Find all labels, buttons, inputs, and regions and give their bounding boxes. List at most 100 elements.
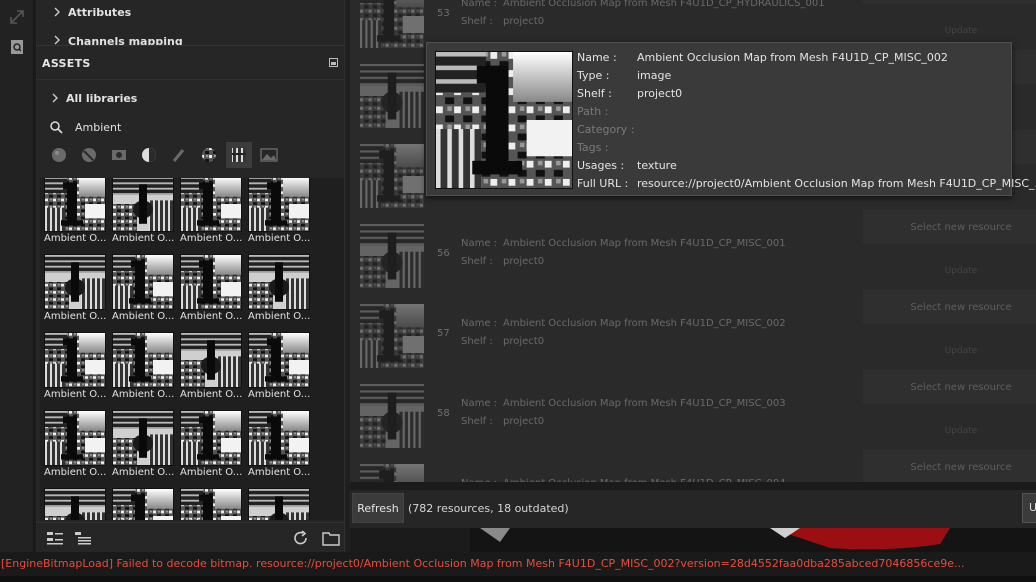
asset-thumbnail bbox=[248, 254, 310, 310]
select-new-resource-button[interactable]: Select new resource bbox=[863, 450, 1036, 482]
resource-name-line: Name :Ambient Occlusion Map from Mesh F4… bbox=[461, 478, 786, 482]
resource-name-line: Name :Ambient Occlusion Map from Mesh F4… bbox=[461, 238, 786, 249]
folder-icon[interactable] bbox=[322, 530, 340, 546]
asset-thumbnail bbox=[180, 332, 242, 388]
error-message: [EngineBitmapLoad] Failed to decode bitm… bbox=[1, 557, 965, 570]
chevron-right-icon bbox=[52, 93, 58, 103]
select-new-resource-button[interactable]: Select new resource bbox=[863, 370, 1036, 404]
update-button[interactable]: Update bbox=[863, 426, 1036, 436]
refresh-icon[interactable] bbox=[292, 530, 310, 546]
library-selector[interactable]: All libraries bbox=[50, 89, 137, 107]
update-button[interactable]: Update bbox=[863, 26, 1036, 36]
resource-thumbnail bbox=[360, 144, 424, 208]
status-bar: [EngineBitmapLoad] Failed to decode bitm… bbox=[0, 552, 1036, 582]
asset-label: Ambient O... bbox=[44, 233, 107, 244]
asset-tile[interactable]: Ambient O... bbox=[44, 488, 106, 520]
textures-filter-icon[interactable] bbox=[226, 142, 252, 168]
update-button[interactable]: Update bbox=[863, 346, 1036, 356]
resource-index: 57 bbox=[437, 328, 450, 339]
asset-tile[interactable]: Ambient O... bbox=[112, 488, 174, 520]
asset-label: Ambient O... bbox=[248, 467, 311, 478]
document-search-icon[interactable] bbox=[8, 38, 26, 56]
asset-tile[interactable]: Ambient O... bbox=[44, 254, 106, 326]
asset-tile[interactable]: Ambient O... bbox=[248, 178, 310, 248]
asset-tile[interactable]: Ambient O... bbox=[248, 332, 310, 404]
tooltip-thumbnail bbox=[435, 51, 573, 189]
asset-thumbnail bbox=[44, 488, 106, 520]
resource-shelf-key: Shelf : bbox=[461, 416, 493, 427]
expand-icon[interactable] bbox=[8, 8, 26, 26]
asset-label: Ambient O... bbox=[112, 311, 175, 322]
asset-thumbnail bbox=[112, 410, 174, 466]
asset-tile[interactable]: Ambient O... bbox=[248, 410, 310, 482]
tooltip-url-value: resource://project0/Ambient Occlusion Ma… bbox=[637, 177, 1036, 190]
asset-tile[interactable]: Ambient O... bbox=[180, 332, 242, 404]
assets-panel: ASSETS All libraries Ambient Ambient O..… bbox=[36, 45, 344, 552]
asset-tile[interactable]: Ambient O... bbox=[180, 410, 242, 482]
asset-label: Ambient O... bbox=[112, 233, 175, 244]
asset-tile[interactable]: Ambient O... bbox=[112, 332, 174, 404]
resource-name-key: Name : bbox=[461, 478, 503, 482]
asset-thumbnail bbox=[44, 178, 106, 232]
tooltip-type-value: image bbox=[637, 69, 672, 82]
asset-label: Ambient O... bbox=[44, 389, 107, 400]
asset-tile[interactable]: Ambient O... bbox=[248, 254, 310, 326]
section-channels-mapping[interactable]: Channels mapping bbox=[36, 31, 348, 45]
tooltip-shelf-value: project0 bbox=[637, 87, 683, 100]
section-label: Channels mapping bbox=[68, 35, 183, 45]
resource-thumbnail bbox=[360, 464, 424, 482]
list-view-icon[interactable] bbox=[46, 530, 64, 546]
asset-thumbnail bbox=[248, 410, 310, 466]
asset-thumbnail bbox=[180, 254, 242, 310]
alphas-filter-icon[interactable] bbox=[196, 142, 222, 168]
select-new-resource-button[interactable]: Select new resource bbox=[863, 290, 1036, 324]
refresh-button[interactable]: Refresh bbox=[352, 493, 404, 523]
asset-tile[interactable]: Ambient O... bbox=[112, 410, 174, 482]
environments-filter-icon[interactable] bbox=[256, 142, 282, 168]
resource-thumbnail bbox=[360, 224, 424, 288]
asset-label: Ambient O... bbox=[44, 467, 107, 478]
properties-sections: Attributes Channels mapping bbox=[36, 0, 348, 45]
assets-footer bbox=[36, 522, 344, 552]
asset-search[interactable]: Ambient bbox=[50, 118, 121, 136]
asset-tile[interactable]: Ambient O... bbox=[248, 488, 310, 520]
asset-thumbnail bbox=[44, 410, 106, 466]
resource-shelf-line: Shelf : project0 bbox=[461, 256, 544, 267]
asset-thumbnail bbox=[180, 178, 242, 232]
asset-tile[interactable]: Ambient O... bbox=[180, 254, 242, 326]
asset-tile[interactable]: Ambient O... bbox=[44, 178, 106, 248]
resource-shelf: project0 bbox=[503, 336, 545, 347]
materials-filter-icon[interactable] bbox=[46, 142, 72, 168]
select-new-resource-button[interactable]: Select new resource bbox=[863, 0, 1036, 4]
resource-thumbnail bbox=[360, 64, 424, 128]
asset-thumbnail bbox=[112, 178, 174, 232]
generators-filter-icon[interactable] bbox=[136, 142, 162, 168]
section-attributes[interactable]: Attributes bbox=[36, 1, 348, 23]
resource-name-line: Name :Ambient Occlusion Map from Mesh F4… bbox=[461, 0, 825, 9]
update-all-button[interactable]: U bbox=[1022, 493, 1036, 523]
resource-name: Ambient Occlusion Map from Mesh F4U1D_CP… bbox=[503, 0, 825, 9]
tooltip-key: Usages : bbox=[577, 159, 625, 172]
select-new-resource-button[interactable]: Select new resource bbox=[863, 210, 1036, 244]
search-input[interactable]: Ambient bbox=[75, 121, 121, 134]
resource-shelf-line: Shelf : project0 bbox=[461, 16, 544, 27]
tooltip-usages-value: texture bbox=[637, 159, 677, 172]
asset-tile[interactable]: Ambient O... bbox=[44, 332, 106, 404]
asset-tile[interactable]: Ambient O... bbox=[180, 178, 242, 248]
asset-thumbnail bbox=[248, 488, 310, 520]
asset-tile[interactable]: Ambient O... bbox=[180, 488, 242, 520]
undock-icon[interactable] bbox=[329, 58, 338, 67]
update-button[interactable]: Update bbox=[863, 266, 1036, 276]
asset-tile[interactable]: Ambient O... bbox=[44, 410, 106, 482]
tooltip-key: Shelf : bbox=[577, 87, 612, 100]
resource-tooltip: Name : Ambient Occlusion Map from Mesh F4… bbox=[426, 42, 1036, 196]
chevron-right-icon bbox=[54, 35, 60, 45]
brushes-filter-icon[interactable] bbox=[166, 142, 192, 168]
asset-tile[interactable]: Ambient O... bbox=[112, 254, 174, 326]
asset-tile[interactable]: Ambient O... bbox=[112, 178, 174, 248]
masks-filter-icon[interactable] bbox=[106, 142, 132, 168]
resource-shelf: project0 bbox=[503, 256, 545, 267]
smart-materials-filter-icon[interactable] bbox=[76, 142, 102, 168]
resource-name: Ambient Occlusion Map from Mesh F4U1D_CP… bbox=[503, 238, 786, 249]
filter-list-icon[interactable] bbox=[74, 530, 92, 546]
